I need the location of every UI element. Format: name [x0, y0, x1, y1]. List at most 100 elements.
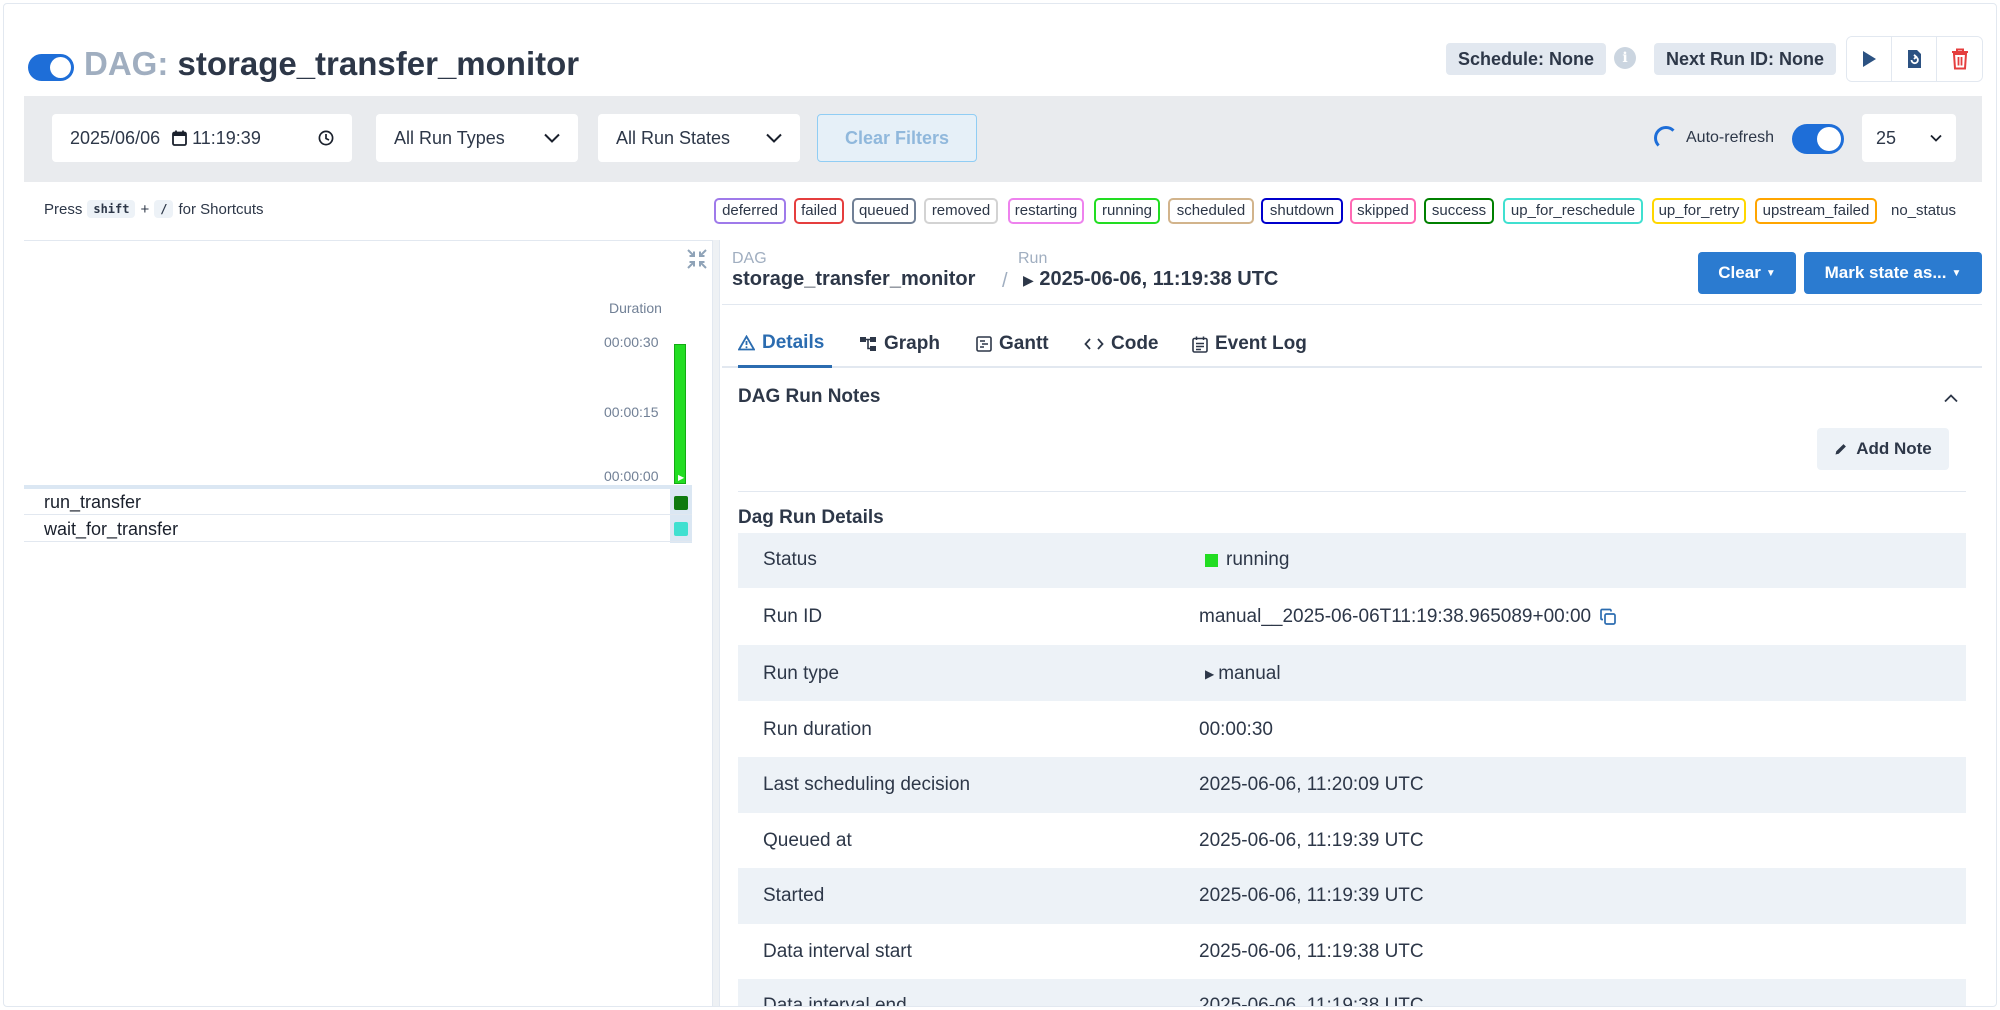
detail-key: Run type [763, 663, 840, 684]
warning-triangle-icon [738, 334, 755, 350]
task-instance-square[interactable] [674, 522, 688, 536]
legend-skipped[interactable]: skipped [1350, 198, 1416, 224]
detail-value: 2025-06-06, 11:19:38 UTC [1199, 941, 1424, 962]
info-icon[interactable]: i [1614, 47, 1636, 69]
legend-no-status[interactable]: no_status [1891, 198, 1956, 224]
clear-run-label: Clear [1718, 263, 1761, 282]
legend-up-for-reschedule[interactable]: up_for_reschedule [1503, 198, 1643, 224]
chevron-up-icon[interactable] [1944, 390, 1958, 408]
clock-icon [318, 130, 334, 146]
duration-tick: 00:00:00 [604, 468, 659, 484]
duration-tick: 00:00:15 [604, 404, 659, 420]
schedule-badge: Schedule: None [1446, 43, 1607, 75]
page-size-value: 25 [1876, 127, 1897, 148]
shortcuts-plus: + [140, 200, 150, 218]
legend-success[interactable]: success [1424, 198, 1494, 224]
detail-row-run-id: Run ID manual__2025-06-06T11:19:38.96508… [738, 588, 1966, 645]
auto-refresh-label: Auto-refresh [1654, 122, 1774, 154]
copy-icon[interactable] [1599, 608, 1617, 626]
tab-event-log[interactable]: Event Log [1192, 320, 1307, 368]
page-title: DAG: storage_transfer_monitor [84, 44, 579, 84]
run-state-select[interactable]: All Run States [598, 114, 800, 162]
tab-code[interactable]: Code [1084, 320, 1159, 368]
legend-scheduled[interactable]: scheduled [1168, 198, 1254, 224]
legend-deferred[interactable]: deferred [714, 198, 786, 224]
detail-key: Run duration [763, 719, 872, 740]
duration-tick: 00:00:30 [604, 334, 659, 350]
run-id-text: manual__2025-06-06T11:19:38.965089+00:00 [1199, 606, 1592, 627]
detail-row-queued-at: Queued at 2025-06-06, 11:19:39 UTC [738, 813, 1966, 868]
legend-failed[interactable]: failed [794, 198, 844, 224]
status-indicator [1205, 553, 1218, 567]
collapse-icon[interactable] [686, 248, 708, 275]
breadcrumb-separator: / [1002, 270, 1008, 292]
tab-graph[interactable]: Graph [859, 320, 940, 368]
detail-key: Status [763, 549, 817, 570]
page-size-select[interactable]: 25 [1862, 114, 1956, 162]
detail-key: Data interval end [763, 995, 907, 1007]
tab-details[interactable]: Details [738, 320, 833, 368]
task-row[interactable]: wait_for_transfer [24, 516, 692, 542]
legend-restarting[interactable]: restarting [1008, 198, 1084, 224]
auto-refresh-toggle[interactable] [1792, 124, 1844, 154]
clear-run-button[interactable]: Clear ▼ [1698, 252, 1796, 294]
delete-dag-button[interactable] [1937, 37, 1982, 81]
status-text: running [1226, 549, 1290, 570]
detail-value: 2025-06-06, 11:19:38 UTC [1199, 995, 1424, 1007]
dag-pause-toggle[interactable] [28, 54, 74, 81]
run-type-select[interactable]: All Run Types [376, 114, 578, 162]
mark-state-button[interactable]: Mark state as... ▼ [1804, 252, 1982, 294]
task-name: run_transfer [44, 492, 142, 512]
parse-dag-button[interactable] [1892, 37, 1937, 81]
dag-name: storage_transfer_monitor [177, 45, 580, 82]
legend-shutdown[interactable]: shutdown [1261, 198, 1343, 224]
detail-value: 00:00:30 [1199, 719, 1273, 740]
caret-down-icon: ▼ [1951, 267, 1962, 279]
detail-value: 2025-06-06, 11:19:39 UTC [1199, 885, 1424, 906]
duration-title: Duration [609, 300, 662, 316]
filter-bar: 2025/06/06 11:19:39 All Run Types All Ru… [24, 96, 1982, 182]
breadcrumb-dag[interactable]: storage_transfer_monitor [732, 268, 975, 291]
legend-running[interactable]: running [1094, 198, 1160, 224]
auto-refresh-text: Auto-refresh [1686, 129, 1775, 146]
detail-row-interval-start: Data interval start 2025-06-06, 11:19:38… [738, 924, 1966, 979]
detail-key: Data interval start [763, 941, 912, 962]
detail-row-started: Started 2025-06-06, 11:19:39 UTC [738, 868, 1966, 924]
breadcrumb-run-label: Run [1018, 250, 1048, 267]
breadcrumb-run[interactable]: ▶ 2025-06-06, 11:19:38 UTC [1023, 268, 1278, 291]
base-date-input[interactable]: 2025/06/06 11:19:39 [52, 114, 352, 162]
legend-up-for-retry[interactable]: up_for_retry [1652, 198, 1746, 224]
divider [722, 304, 1982, 305]
breadcrumb-run-value: 2025-06-06, 11:19:38 UTC [1039, 268, 1279, 290]
tab-label: Code [1111, 333, 1159, 354]
run-duration-bar[interactable] [674, 344, 686, 484]
caret-right-icon: ▶ [1023, 272, 1034, 288]
trigger-dag-button[interactable] [1847, 37, 1892, 81]
legend-upstream-failed[interactable]: upstream_failed [1755, 198, 1877, 224]
detail-value: 2025-06-06, 11:20:09 UTC [1199, 774, 1424, 795]
chevron-down-icon [1930, 134, 1942, 142]
caret-down-icon: ▼ [1765, 267, 1776, 279]
legend-queued[interactable]: queued [852, 198, 916, 224]
breadcrumb-dag-label: DAG [732, 250, 767, 267]
next-run-badge: Next Run ID: None [1654, 43, 1837, 75]
detail-key: Started [763, 885, 825, 906]
tab-gantt[interactable]: Gantt [976, 320, 1049, 368]
date-value: 2025/06/06 [70, 127, 161, 148]
add-note-button[interactable]: Add Note [1817, 428, 1949, 470]
time-value: 11:19:39 [192, 127, 261, 148]
detail-key: Run ID [763, 606, 823, 627]
task-row[interactable]: run_transfer [24, 489, 692, 515]
run-type-text: manual [1218, 663, 1281, 684]
clear-filters-button[interactable]: Clear Filters [817, 114, 977, 162]
calendar-list-icon [1192, 336, 1208, 353]
task-instance-square[interactable] [674, 496, 688, 510]
tab-label: Graph [884, 333, 940, 354]
shift-key: shift [87, 200, 136, 218]
pane-resizer[interactable] [712, 240, 720, 1006]
dag-action-buttons [1846, 36, 1983, 82]
run-type-value: All Run Types [394, 127, 505, 148]
shortcuts-hint: Press shift + / for Shortcuts [44, 200, 264, 218]
legend-removed[interactable]: removed [924, 198, 998, 224]
dag-prefix: DAG: [84, 45, 169, 82]
